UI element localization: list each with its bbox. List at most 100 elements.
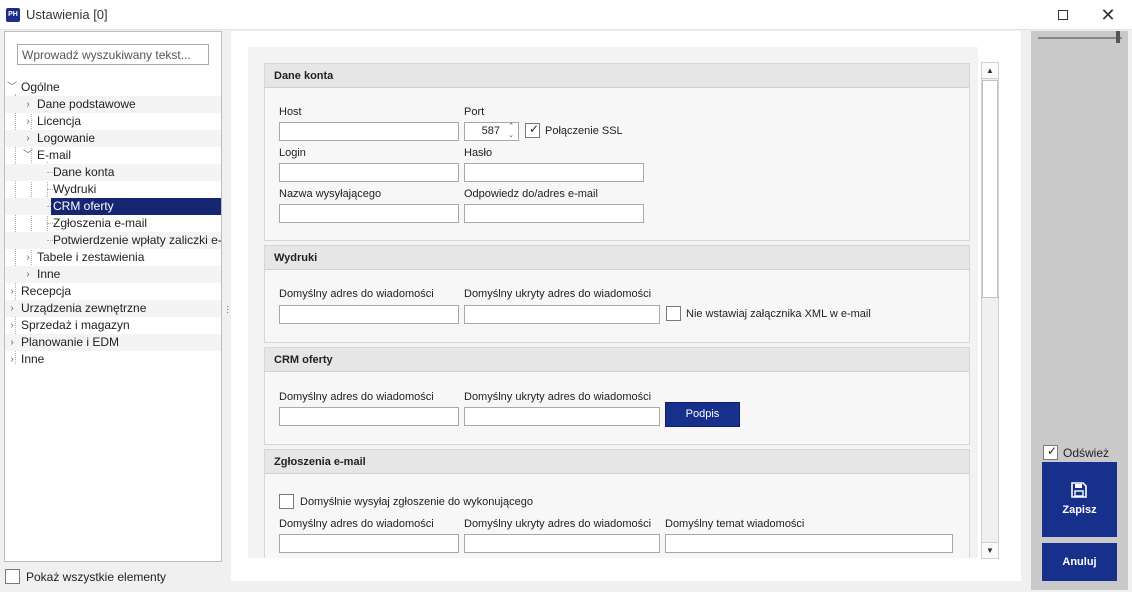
default-bcc-label: Domyślny ukryty adres do wiadomości [464,518,652,530]
tree-item-dane-konta[interactable]: Dane konta [5,164,221,181]
scroll-up-icon[interactable]: ▲ [982,63,998,79]
check-icon: ✓ [529,122,540,136]
tree-item-dane-podstawowe[interactable]: › Dane podstawowe [5,96,221,113]
tree-item-label: Logowanie [37,131,96,145]
tree-item-label: Recepcja [21,284,72,298]
tree-item-inne-sub[interactable]: › Inne [5,266,221,283]
tree-item-licencja[interactable]: › Licencja [5,113,221,130]
tree-item-label: Potwierdzenie wpłaty zaliczki e-mail [53,233,221,247]
default-address-field[interactable] [279,534,459,553]
no-xml-attachment-label: Nie wstawiaj załącznika XML w e-mail [686,308,871,320]
port-label: Port [464,106,485,118]
section-title: Zgłoszenia e-mail [265,450,969,474]
save-button[interactable]: Zapisz [1042,462,1117,537]
tree-item-tabele[interactable]: › Tabele i zestawienia [5,249,221,266]
default-subject-field[interactable] [665,534,953,553]
section-title: Wydruki [265,246,969,270]
tree-item-label: Planowanie i EDM [21,335,120,349]
scroll-thumb[interactable] [982,80,998,298]
chevron-right-icon[interactable]: › [7,351,17,368]
tree-item-email[interactable]: ﹀ E-mail [5,147,221,164]
sender-name-field[interactable] [279,204,459,223]
section-crm-oferty: CRM oferty Domyślny adres do wiadomości … [264,347,970,445]
close-button[interactable]: ✕ [1097,4,1119,26]
chevron-right-icon[interactable]: › [7,300,17,317]
chevron-right-icon[interactable]: › [23,113,33,130]
panel-slider-handle[interactable] [1116,31,1120,43]
chevron-right-icon[interactable]: › [23,130,33,147]
login-field[interactable] [279,163,459,182]
reply-to-field[interactable] [464,204,644,223]
ssl-checkbox[interactable]: ✓ [525,122,540,138]
tree-item-ogolne[interactable]: ﹀ Ogólne [5,79,221,96]
app-logo-icon: PH [6,8,20,22]
section-wydruki: Wydruki Domyślny adres do wiadomości Dom… [264,245,970,343]
tree-item-label: Urządzenia zewnętrzne [21,301,147,315]
tree-item-label: Wydruki [53,182,97,196]
chevron-right-icon[interactable]: › [7,283,17,300]
default-bcc-label: Domyślny ukryty adres do wiadomości [464,288,652,300]
port-value: 587 [481,125,500,137]
section-zgloszenia-email: Zgłoszenia e-mail Domyślnie wysyłaj zgło… [264,449,970,558]
login-label: Login [279,147,306,159]
chevron-right-icon[interactable]: › [23,266,33,283]
scroll-down-icon[interactable]: ▼ [982,542,998,558]
vertical-scrollbar[interactable]: ▲ ▼ [981,62,999,559]
tree-item-potwierdzenie[interactable]: Potwierdzenie wpłaty zaliczki e-mail [5,232,221,249]
chevron-down-icon[interactable]: ﹀ [7,79,17,96]
tree-item-planowanie[interactable]: › Planowanie i EDM [5,334,221,351]
tree-item-logowanie[interactable]: › Logowanie [5,130,221,147]
refresh-checkbox[interactable]: ✓ [1043,444,1058,460]
show-all-label: Pokaż wszystkie elementy [26,570,167,584]
tree-item-label: Licencja [37,114,82,128]
tree-item-sprzedaz[interactable]: › Sprzedaż i magazyn [5,317,221,334]
tree-item-zgloszenia-email[interactable]: Zgłoszenia e-mail [5,215,221,232]
no-xml-attachment-checkbox[interactable] [666,306,681,321]
tree-item-label: Dane podstawowe [37,97,136,111]
show-all-checkbox[interactable] [5,569,20,584]
tree-item-inne[interactable]: › Inne [5,351,221,368]
default-address-field[interactable] [279,305,459,324]
default-bcc-field[interactable] [464,305,660,324]
panel-splitter-handle[interactable]: · · · [226,302,229,318]
chevron-down-icon[interactable]: ﹀ [23,147,33,164]
settings-content: Dane konta Host Port 587 ⌃ ⌄ ✓ Połączenie… [248,47,978,558]
chevron-right-icon[interactable]: › [23,249,33,266]
password-label: Hasło [464,147,493,159]
title-bar: PH Ustawienia [0] ✕ [0,0,1132,30]
password-field[interactable] [464,163,644,182]
chevron-right-icon[interactable]: › [23,96,33,113]
tree-item-recepcja[interactable]: › Recepcja [5,283,221,300]
section-title: Dane konta [265,64,969,88]
cancel-button[interactable]: Anuluj [1042,543,1117,581]
check-icon: ✓ [1047,444,1058,458]
default-address-label: Domyślny adres do wiadomości [279,518,434,530]
default-address-field[interactable] [279,407,459,426]
default-bcc-label: Domyślny ukryty adres do wiadomości [464,391,652,403]
tree-item-label: CRM oferty [51,198,221,215]
default-address-label: Domyślny adres do wiadomości [279,288,434,300]
default-subject-label: Domyślny temat wiadomości [665,518,805,530]
maximize-button[interactable] [1052,4,1074,26]
host-label: Host [279,106,302,118]
default-bcc-field[interactable] [464,534,660,553]
tree-item-label: Tabele i zestawienia [37,250,145,264]
signature-button[interactable]: Podpis [665,402,740,427]
tree-item-urzadzenia[interactable]: › Urządzenia zewnętrzne [5,300,221,317]
tree-item-wydruki[interactable]: Wydruki [5,181,221,198]
send-to-assignee-label: Domyślnie wysyłaj zgłoszenie do wykonują… [300,496,533,508]
refresh-label: Odśwież [1063,446,1110,460]
section-dane-konta: Dane konta Host Port 587 ⌃ ⌄ ✓ Połączenie… [264,63,970,241]
tree-item-crm-oferty[interactable]: CRM oferty [5,198,221,215]
send-to-assignee-checkbox[interactable] [279,494,294,509]
port-stepper[interactable]: 587 ⌃ ⌄ [464,122,519,141]
tree-item-label: Zgłoszenia e-mail [53,216,148,230]
host-field[interactable] [279,122,459,141]
chevron-right-icon[interactable]: › [7,317,17,334]
stepper-arrows-icon[interactable]: ⌃ ⌄ [508,122,514,140]
window-title: Ustawienia [0] [26,7,108,22]
search-input[interactable] [17,44,209,65]
chevron-right-icon[interactable]: › [7,334,17,351]
default-bcc-field[interactable] [464,407,660,426]
tree-item-label: Inne [21,352,45,366]
